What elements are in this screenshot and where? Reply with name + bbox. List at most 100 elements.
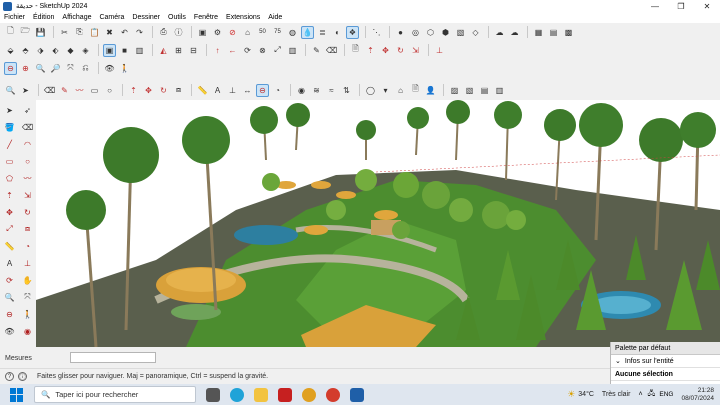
badge-75-icon[interactable]: 75 (271, 26, 284, 39)
offset-icon[interactable]: ▥ (286, 44, 299, 57)
zoom-window-icon[interactable]: 🔎 (49, 62, 62, 75)
walk-side-icon[interactable]: 🚶 (20, 307, 35, 321)
taskbar-search[interactable]: 🔍 Taper ici pour rechercher (34, 386, 196, 403)
windows-start-icon[interactable] (10, 387, 24, 402)
hex-gear-icon[interactable]: ⬢ (439, 26, 452, 39)
pushpull-side-icon[interactable]: ⇡ (2, 188, 17, 202)
back-view-icon[interactable]: ◆ (64, 44, 77, 57)
weather-temp[interactable]: 34°C (578, 391, 594, 398)
look-side-icon[interactable]: 👁 (2, 324, 17, 338)
section-side-icon[interactable]: ⊖ (2, 307, 17, 321)
tape-side-icon[interactable]: 📏 (2, 239, 17, 253)
rectangle-icon[interactable]: ▭ (88, 84, 101, 97)
eraser2-icon[interactable]: ⌫ (43, 84, 56, 97)
zoom-icon[interactable]: 🔍 (4, 84, 17, 97)
style3-icon[interactable]: ▤ (478, 84, 491, 97)
style2-icon[interactable]: ▧ (463, 84, 476, 97)
cloud-down-icon[interactable]: ☁ (508, 26, 521, 39)
eraser-side-icon[interactable]: ⌫ (20, 120, 35, 134)
sphere-icon[interactable]: ◍ (286, 26, 299, 39)
pushpull2-icon[interactable]: ⇡ (127, 84, 140, 97)
rotate2-icon[interactable]: ↻ (157, 84, 170, 97)
follow-me-icon[interactable]: ⇲ (409, 44, 422, 57)
axes-icon[interactable]: ⊥ (433, 44, 446, 57)
orbit-side-icon[interactable]: ⟳ (2, 273, 17, 287)
rotate-red-icon[interactable]: ↻ (394, 44, 407, 57)
eraser-icon[interactable]: ⌫ (325, 44, 338, 57)
position-camera-icon[interactable]: ◉ (20, 324, 35, 338)
undo-icon[interactable]: ↶ (118, 26, 131, 39)
geo-icon[interactable]: ⓘ (18, 372, 27, 381)
tape2-icon[interactable]: 📏 (196, 84, 209, 97)
chrome-alt-icon[interactable] (326, 387, 340, 402)
house-icon[interactable]: ⌂ (394, 84, 407, 97)
chevron-down-icon[interactable]: ▾ (379, 84, 392, 97)
menu-camera[interactable]: Caméra (99, 14, 124, 21)
language-indicator[interactable]: ENG (659, 391, 673, 398)
tray-chevron-icon[interactable]: ˄ (638, 391, 642, 398)
cloud-up-icon[interactable]: ☁ (493, 26, 506, 39)
text-side-icon[interactable]: A (2, 256, 17, 270)
push-pull-icon[interactable]: ⇡ (364, 44, 377, 57)
menu-fichier[interactable]: Fichier (4, 14, 25, 21)
link-icon[interactable]: ⊗ (256, 44, 269, 57)
followme-side-icon[interactable]: ⇲ (20, 188, 35, 202)
shadow-icon[interactable]: ◐ (331, 26, 344, 39)
warehouse-icon[interactable]: ⌂ (241, 26, 254, 39)
dim2-icon[interactable]: ↔ (241, 84, 254, 97)
badge-50-icon[interactable]: 50 (256, 26, 269, 39)
paint-bucket-icon[interactable]: 🪣 (2, 120, 17, 134)
dimension-icon[interactable]: ⋱ (370, 26, 383, 39)
menu-affichage[interactable]: Affichage (62, 14, 91, 21)
minimize-button[interactable]: — (642, 0, 668, 12)
network-icon[interactable]: 🖧 (648, 389, 656, 400)
menu-edition[interactable]: Édition (33, 14, 54, 21)
menu-fenetre[interactable]: Fenêtre (194, 14, 218, 21)
zoom-ext-side-icon[interactable]: ⤧ (20, 290, 35, 304)
section-plane-icon[interactable]: ⊖ (4, 61, 17, 75)
edge-icon[interactable] (230, 387, 244, 402)
freehand-side-icon[interactable]: 〰 (20, 171, 35, 185)
freehand-icon[interactable]: 〰 (73, 84, 86, 97)
grid-alt-icon[interactable]: ▤ (547, 26, 560, 39)
no-entry-icon[interactable]: ⊘ (226, 26, 239, 39)
look-around-icon[interactable]: 👁 (103, 62, 116, 75)
zoom-extents-icon[interactable]: ⤧ (64, 62, 77, 75)
save-icon[interactable]: 💾 (34, 26, 47, 39)
paint-icon[interactable]: ✎ (310, 44, 323, 57)
entity-info-header[interactable]: ⌄ Infos sur l'entité (611, 355, 720, 368)
flip-icon[interactable]: ⇅ (340, 84, 353, 97)
shaded-icon[interactable]: ■ (118, 44, 131, 57)
person-icon[interactable]: 👤 (424, 84, 437, 97)
walk-icon[interactable]: 🚶 (118, 62, 131, 75)
pencil-icon[interactable]: ✎ (58, 84, 71, 97)
file-explorer-icon[interactable] (254, 387, 268, 402)
sketchup-active-icon[interactable] (350, 387, 364, 402)
scale-icon[interactable]: ⤢ (271, 44, 284, 57)
tape-icon[interactable]: ⊕ (19, 62, 32, 75)
info-icon[interactable]: ? (5, 372, 14, 381)
rotate-icon[interactable]: ⟳ (241, 44, 254, 57)
menu-dessiner[interactable]: Dessiner (132, 14, 160, 21)
maximize-button[interactable]: ❐ (668, 0, 694, 12)
rect-side-icon[interactable]: ▭ (2, 154, 17, 168)
iso-view-icon[interactable]: ⬙ (4, 44, 17, 57)
left-view-icon[interactable]: ◈ (79, 44, 92, 57)
front-view-icon[interactable]: ⬗ (34, 44, 47, 57)
copy-icon[interactable]: ⎘ (73, 26, 86, 39)
new-file-icon[interactable]: 🗋 (4, 26, 17, 39)
grid-icon[interactable]: ▦ (532, 26, 545, 39)
rotate-side-icon[interactable]: ↻ (20, 205, 35, 219)
cube-icon[interactable]: ▧ (454, 26, 467, 39)
stamp-icon[interactable]: ≋ (310, 84, 323, 97)
move2-icon[interactable]: ✥ (142, 84, 155, 97)
document-icon[interactable]: 🗎 (409, 84, 422, 97)
top-view-icon[interactable]: ⬘ (19, 44, 32, 57)
axes2-icon[interactable]: ⊥ (226, 84, 239, 97)
textured-icon[interactable]: ▥ (133, 44, 146, 57)
drape-icon[interactable]: ≈ (325, 84, 338, 97)
menu-extensions[interactable]: Extensions (226, 14, 260, 21)
arc-icon[interactable]: ◠ (20, 137, 35, 151)
erase-icon[interactable]: ✖ (103, 26, 116, 39)
menu-outils[interactable]: Outils (168, 14, 186, 21)
